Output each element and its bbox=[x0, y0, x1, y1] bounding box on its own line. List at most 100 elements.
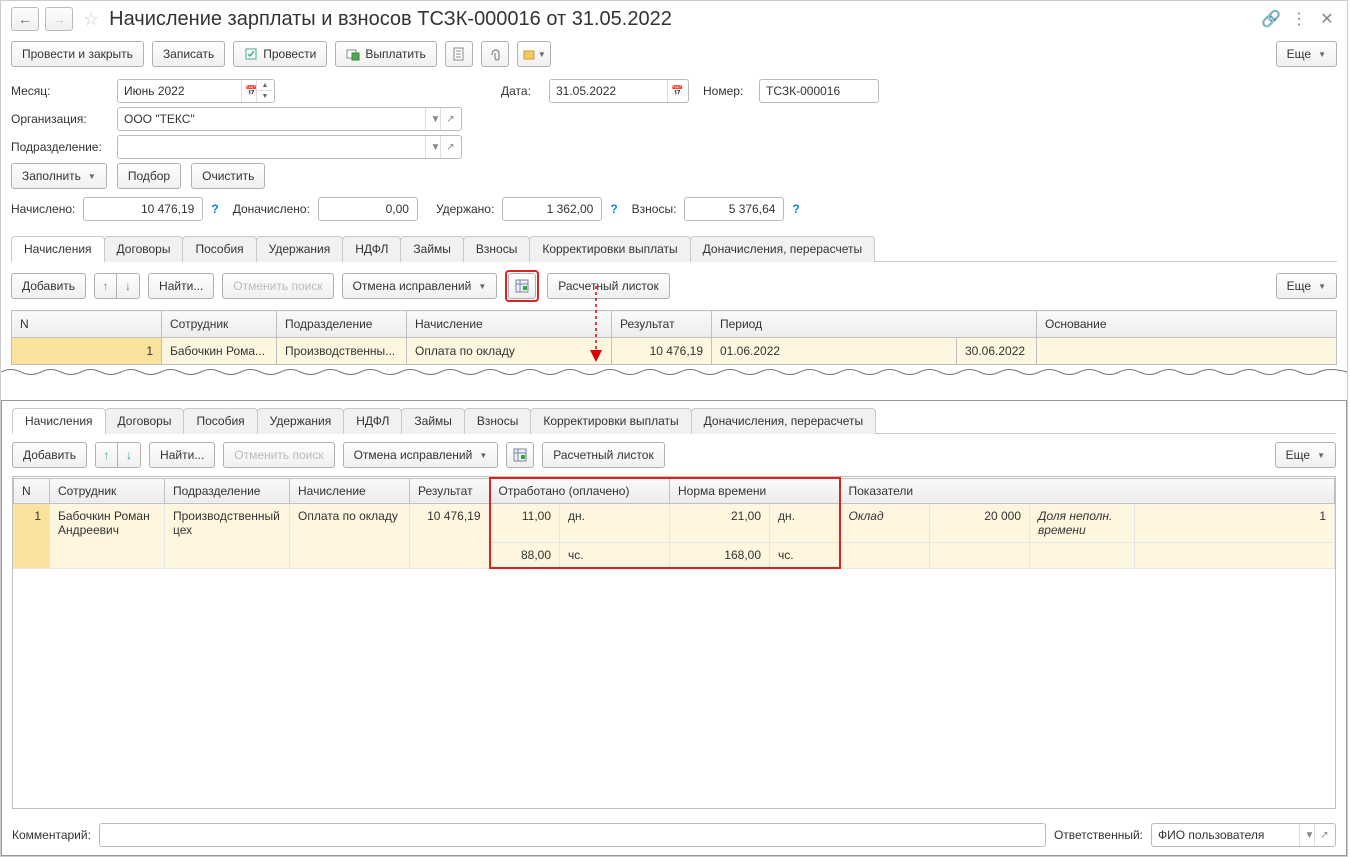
accrued-value[interactable]: 10 476,19 bbox=[83, 197, 203, 221]
expand-columns-button[interactable] bbox=[506, 442, 534, 468]
payslip-button[interactable]: Расчетный листок bbox=[547, 273, 669, 299]
tab-recalc[interactable]: Доначисления, перерасчеты bbox=[691, 408, 876, 434]
dept-label: Подразделение: bbox=[11, 136, 109, 158]
col-basis[interactable]: Основание bbox=[1037, 311, 1337, 338]
open-icon[interactable]: ↗ bbox=[440, 136, 460, 158]
accruals-grid-expanded: N Сотрудник Подразделение Начисление Рез… bbox=[13, 477, 1335, 569]
tab-corrections[interactable]: Корректировки выплаты bbox=[529, 236, 690, 262]
dept-input[interactable]: ▼ ↗ bbox=[117, 135, 462, 159]
extra-value[interactable]: 0,00 bbox=[318, 197, 418, 221]
col-dept[interactable]: Подразделение bbox=[277, 311, 407, 338]
post-button[interactable]: Провести bbox=[233, 41, 327, 67]
tab-recalc[interactable]: Доначисления, перерасчеты bbox=[690, 236, 875, 262]
cancel-fix-button[interactable]: Отмена исправлений▼ bbox=[343, 442, 499, 468]
report-icon-button[interactable] bbox=[445, 41, 473, 67]
tab-loans[interactable]: Займы bbox=[400, 236, 464, 262]
tab-benefits[interactable]: Пособия bbox=[182, 236, 256, 262]
col-n[interactable]: N bbox=[14, 478, 50, 504]
month-stepper[interactable]: ▲▼ bbox=[256, 80, 273, 102]
col-norm[interactable]: Норма времени bbox=[670, 478, 840, 504]
write-button[interactable]: Записать bbox=[152, 41, 225, 67]
responsible-label: Ответственный: bbox=[1054, 828, 1143, 842]
open-icon[interactable]: ↗ bbox=[440, 108, 460, 130]
find-button[interactable]: Найти... bbox=[149, 442, 215, 468]
contrib-value[interactable]: 5 376,64 bbox=[684, 197, 784, 221]
date-input[interactable]: 31.05.2022 📅 bbox=[549, 79, 689, 103]
more-tab-button[interactable]: Еще▼ bbox=[1275, 442, 1336, 468]
grid-scroll-area[interactable] bbox=[12, 569, 1336, 809]
post-close-button[interactable]: Провести и закрыть bbox=[11, 41, 144, 67]
cancel-fix-button[interactable]: Отмена исправлений▼ bbox=[342, 273, 498, 299]
link-icon[interactable]: 🔗 bbox=[1261, 9, 1281, 29]
add-button[interactable]: Добавить bbox=[11, 273, 86, 299]
tab-contracts[interactable]: Договоры bbox=[104, 236, 184, 262]
org-input[interactable]: ООО "ТЕКС" ▼ ↗ bbox=[117, 107, 462, 131]
select-button[interactable]: Подбор bbox=[117, 163, 181, 189]
clear-button[interactable]: Очистить bbox=[191, 163, 265, 189]
move-down-button[interactable]: ↓ bbox=[118, 443, 140, 467]
col-n[interactable]: N bbox=[12, 311, 162, 338]
col-period[interactable]: Период bbox=[712, 311, 1037, 338]
tab-accruals[interactable]: Начисления bbox=[12, 408, 106, 434]
tab-loans[interactable]: Займы bbox=[401, 408, 465, 434]
title-bar: ← → ☆ Начисление зарплаты и взносов ТСЗК… bbox=[1, 1, 1347, 37]
fill-button[interactable]: Заполнить▼ bbox=[11, 163, 107, 189]
move-down-button[interactable]: ↓ bbox=[117, 274, 139, 298]
close-icon[interactable]: ✕ bbox=[1317, 9, 1337, 29]
tab-corrections[interactable]: Корректировки выплаты bbox=[530, 408, 691, 434]
col-res[interactable]: Результат bbox=[612, 311, 712, 338]
tab-contributions[interactable]: Взносы bbox=[464, 408, 531, 434]
table-row[interactable]: 1 Бабочкин Роман Андреевич Производствен… bbox=[14, 504, 1335, 543]
related-icon-button[interactable]: ▼ bbox=[517, 41, 551, 67]
month-input[interactable]: Июнь 2022 📅 ▲▼ bbox=[117, 79, 275, 103]
tab-accruals[interactable]: Начисления bbox=[11, 236, 105, 262]
tab-contracts[interactable]: Договоры bbox=[105, 408, 185, 434]
open-icon[interactable]: ↗ bbox=[1314, 824, 1334, 846]
calendar-icon[interactable]: 📅 bbox=[667, 80, 687, 102]
attach-icon-button[interactable] bbox=[481, 41, 509, 67]
add-button[interactable]: Добавить bbox=[12, 442, 87, 468]
main-toolbar: Провести и закрыть Записать Провести Вып… bbox=[1, 37, 1347, 77]
withheld-value[interactable]: 1 362,00 bbox=[502, 197, 602, 221]
col-emp[interactable]: Сотрудник bbox=[50, 478, 165, 504]
table-row[interactable]: 1 Бабочкин Рома... Производственны... Оп… bbox=[12, 338, 1337, 365]
help-icon[interactable]: ? bbox=[610, 202, 617, 216]
nav-forward-button[interactable]: → bbox=[45, 7, 73, 31]
pay-icon bbox=[346, 47, 360, 61]
col-ind[interactable]: Показатели bbox=[840, 478, 1335, 504]
more-tab-button[interactable]: Еще▼ bbox=[1276, 273, 1337, 299]
responsible-input[interactable]: ФИО пользователя ▼ ↗ bbox=[1151, 823, 1336, 847]
number-input[interactable]: ТСЗК-000016 bbox=[759, 79, 879, 103]
tab-contributions[interactable]: Взносы bbox=[463, 236, 530, 262]
page-icon bbox=[452, 47, 466, 61]
payslip-button[interactable]: Расчетный листок bbox=[542, 442, 664, 468]
tab-withholdings[interactable]: Удержания bbox=[256, 236, 344, 262]
kebab-menu-icon[interactable]: ⋮ bbox=[1289, 9, 1309, 29]
nav-back-button[interactable]: ← bbox=[11, 7, 39, 31]
tab-ndfl[interactable]: НДФЛ bbox=[343, 408, 402, 434]
tab-benefits[interactable]: Пособия bbox=[183, 408, 257, 434]
tab-ndfl[interactable]: НДФЛ bbox=[342, 236, 401, 262]
col-dept[interactable]: Подразделение bbox=[165, 478, 290, 504]
help-icon[interactable]: ? bbox=[211, 202, 218, 216]
help-icon[interactable]: ? bbox=[792, 202, 799, 216]
col-accr[interactable]: Начисление bbox=[407, 311, 612, 338]
move-up-button[interactable]: ↑ bbox=[95, 274, 117, 298]
more-button[interactable]: Еще▼ bbox=[1276, 41, 1337, 67]
find-button[interactable]: Найти... bbox=[148, 273, 214, 299]
col-emp[interactable]: Сотрудник bbox=[162, 311, 277, 338]
pay-button[interactable]: Выплатить bbox=[335, 41, 437, 67]
col-worked[interactable]: Отработано (оплачено) bbox=[490, 478, 670, 504]
col-accr[interactable]: Начисление bbox=[290, 478, 410, 504]
cancel-search-button[interactable]: Отменить поиск bbox=[223, 442, 334, 468]
move-up-button[interactable]: ↑ bbox=[96, 443, 118, 467]
favorite-star-icon[interactable]: ☆ bbox=[83, 9, 99, 30]
comment-input[interactable] bbox=[99, 823, 1046, 847]
extra-label: Доначислено: bbox=[233, 202, 310, 216]
expand-columns-button[interactable] bbox=[505, 270, 539, 302]
tab-withholdings[interactable]: Удержания bbox=[257, 408, 345, 434]
expanded-panel: Начисления Договоры Пособия Удержания НД… bbox=[1, 400, 1347, 856]
month-label: Месяц: bbox=[11, 80, 109, 102]
cancel-search-button[interactable]: Отменить поиск bbox=[222, 273, 333, 299]
col-res[interactable]: Результат bbox=[410, 478, 490, 504]
